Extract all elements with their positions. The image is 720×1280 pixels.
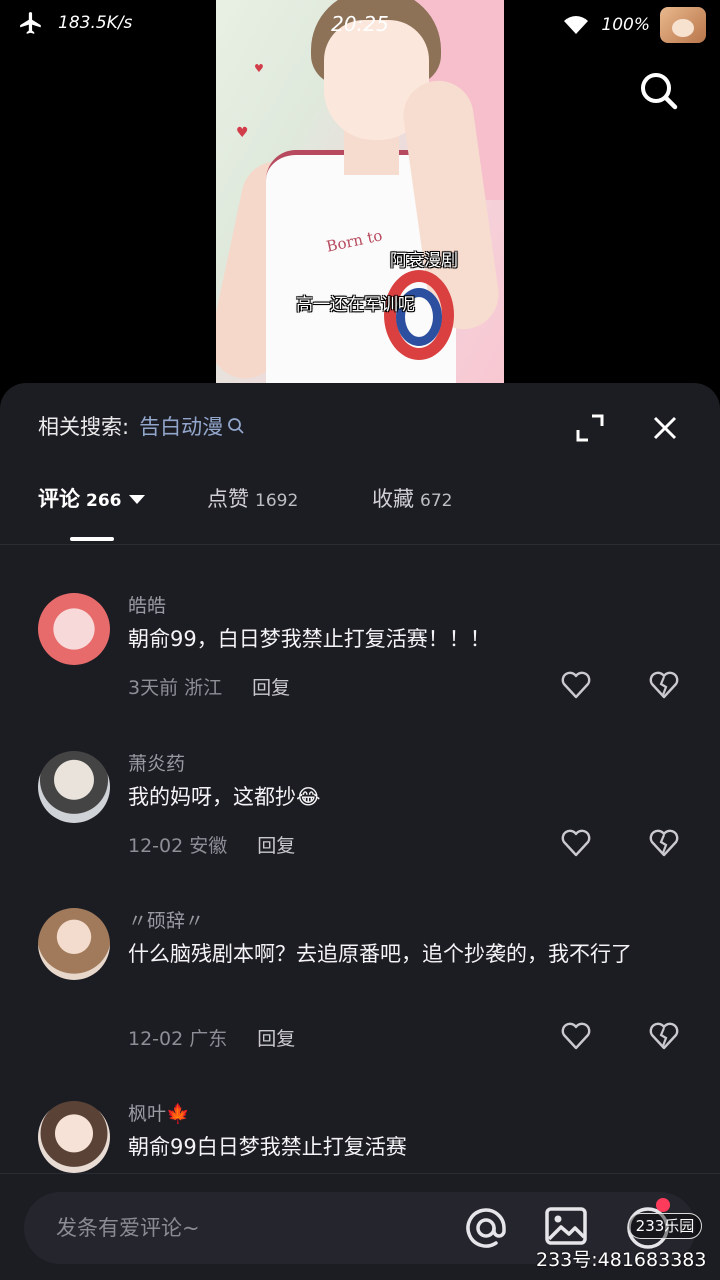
notification-dot [656,1198,670,1212]
at-mention-icon[interactable] [462,1204,510,1252]
reply-button[interactable]: 回复 [257,1024,295,1051]
comment-time: 12-02 [128,835,184,857]
comment-text: 什么脑残剧本啊？去追原番吧，追个抄袭的，我不行了 [128,942,632,966]
heart-icon: ♥ [254,62,264,75]
profile-avatar[interactable] [660,7,706,43]
avatar[interactable] [38,751,110,823]
heart-icon: ♥ [236,125,249,141]
reply-button[interactable]: 回复 [252,673,290,700]
dislike-heart-icon[interactable] [648,1020,680,1052]
comment-location: 安徽 [189,835,228,857]
related-search-query: 告白动漫 [139,415,224,439]
comment-text: 朝俞99，白日梦我禁止打复活赛！！！ [128,627,491,651]
comment-username[interactable]: 萧炎药 [128,749,185,776]
comment-meta: 3天前 浙江 回复 [128,673,290,700]
comment-username[interactable]: 枫叶🍁 [128,1099,190,1126]
related-search-label: 相关搜索: [38,415,130,439]
dislike-heart-icon[interactable] [648,827,680,859]
comment-meta: 12-02 安徽 回复 [128,831,295,858]
comment-username[interactable]: 〃硕辞〃 [128,906,204,933]
watermark-id: 233号:481683383 [536,1249,707,1271]
tab-count: 266 [86,491,122,511]
avatar[interactable] [38,908,110,980]
video-frame[interactable]: ♥ ♥ Born to 阿衰漫剧 高一还在军训呢 [216,0,504,383]
search-icon[interactable] [640,72,678,110]
like-heart-icon[interactable] [560,827,592,859]
tab-likes[interactable]: 点赞 1692 [207,483,298,513]
watermark-logo: 233乐园 [628,1213,702,1239]
video-caption-bottom: 高一还在军训呢 [296,295,415,315]
comment-location: 广东 [189,1028,228,1050]
tab-comments[interactable]: 评论 266 [38,483,146,513]
comment-text: 朝俞99白日梦我禁止打复活赛 [128,1135,407,1159]
video-caption-top: 阿衰漫剧 [390,251,458,271]
avatar[interactable] [38,1101,110,1173]
search-icon [228,418,244,434]
comment-username[interactable]: 皓皓 [128,591,166,618]
avatar[interactable] [38,593,110,665]
image-icon[interactable] [544,1204,588,1248]
caret-down-icon [128,495,145,504]
comment-time: 12-02 [128,1028,184,1050]
comment-location: 浙江 [184,677,223,699]
tab-count: 672 [420,491,453,511]
reply-button[interactable]: 回复 [257,831,295,858]
status-bar: 183.5K/s 20:25 100% [0,0,720,50]
comment-time: 3天前 [128,677,179,699]
tab-bar: 评论 266 点赞 1692 收藏 672 [0,483,720,545]
comment-input-placeholder: 发条有爱评论~ [56,1216,200,1240]
active-tab-indicator [70,537,114,541]
like-heart-icon[interactable] [560,1020,592,1052]
tab-label: 点赞 [207,487,249,511]
like-heart-icon[interactable] [560,669,592,701]
battery-level: 100% [601,15,650,35]
tab-label: 收藏 [372,487,414,511]
tab-count: 1692 [255,491,299,511]
related-search-link[interactable]: 告白动漫 [139,411,245,441]
dislike-heart-icon[interactable] [648,669,680,701]
tab-favorites[interactable]: 收藏 672 [372,483,452,513]
comments-sheet: 相关搜索: 告白动漫 评论 266 点赞 1692 收藏 672 皓皓 朝俞99… [0,383,720,1280]
comment-meta: 12-02 广东 回复 [128,1024,295,1051]
comment-text: 我的妈呀，这都抄😂 [128,785,321,809]
wifi-icon [564,16,589,34]
status-right: 100% [561,7,706,43]
tab-label: 评论 [38,487,80,511]
expand-icon[interactable] [575,413,605,443]
close-icon[interactable] [650,413,680,443]
related-search: 相关搜索: 告白动漫 [38,411,245,441]
